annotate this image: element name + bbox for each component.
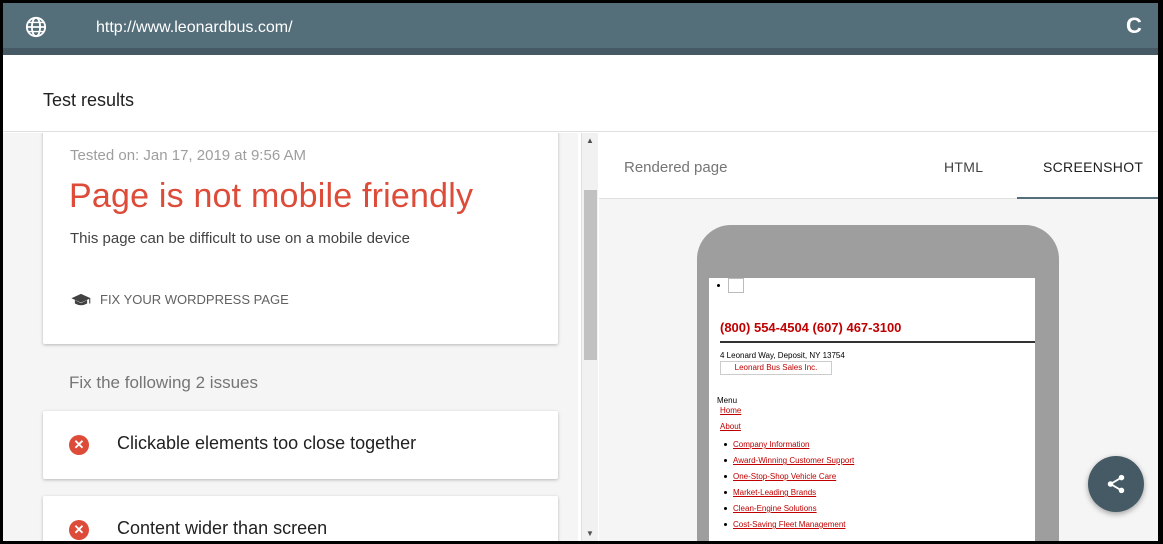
site-sub-link: Clean-Engine Solutions: [724, 504, 817, 513]
preview-tabs: Rendered page HTML SCREENSHOT: [599, 133, 1158, 199]
tab-screenshot-label: SCREENSHOT: [1043, 159, 1144, 175]
url-bar: http://www.leonardbus.com/ C: [3, 3, 1158, 55]
verdict-heading: Page is not mobile friendly: [69, 177, 474, 215]
site-address: 4 Leonard Way, Deposit, NY 13754: [720, 351, 845, 360]
verdict-subtitle: This page can be difficult to use on a m…: [70, 230, 410, 247]
site-sub-link: One-Stop-Shop Vehicle Care: [723, 472, 837, 481]
page-title: Test results: [43, 90, 135, 110]
globe-icon: [25, 16, 47, 38]
graduation-cap-icon: [71, 293, 91, 305]
url-text[interactable]: http://www.leonardbus.com/: [96, 19, 293, 37]
site-sub-link: Company Information: [723, 440, 810, 449]
issue-label: Clickable elements too close together: [117, 433, 417, 453]
app-frame: http://www.leonardbus.com/ C Test result…: [0, 0, 1163, 544]
scroll-down-arrow-icon[interactable]: ▼: [586, 529, 594, 538]
site-sub-link: Cost-Saving Fleet Management: [724, 520, 846, 529]
site-company-button: Leonard Bus Sales Inc.: [720, 361, 832, 375]
preview-panel: Rendered page HTML SCREENSHOT (800) 554-…: [599, 133, 1158, 541]
site-link-about: About: [720, 422, 741, 431]
page-header: Test results: [3, 62, 1158, 132]
tab-screenshot[interactable]: SCREENSHOT: [1017, 133, 1158, 199]
phone-mockup: (800) 554-4504 (607) 467-3100 4 Leonard …: [697, 225, 1059, 541]
issues-heading: Fix the following 2 issues: [69, 373, 258, 392]
result-card: Tested on: Jan 17, 2019 at 9:56 AM Page …: [43, 133, 558, 344]
issue-item[interactable]: ✕ Clickable elements too close together: [43, 411, 558, 479]
tab-html[interactable]: HTML: [944, 159, 983, 175]
fix-wordpress-label: FIX YOUR WORDPRESS PAGE: [100, 292, 289, 307]
site-menu-label: Menu: [717, 396, 738, 405]
scrollbar-thumb[interactable]: [584, 190, 597, 360]
tested-on-text: Tested on: Jan 17, 2019 at 9:56 AM: [70, 147, 307, 164]
error-icon: ✕: [69, 435, 89, 455]
issue-item[interactable]: ✕ Content wider than screen: [43, 496, 558, 541]
scrollbar[interactable]: ▲ ▼: [581, 133, 598, 541]
site-sub-link: Award-Winning Customer Support: [723, 456, 855, 465]
bullet-dot: [717, 284, 720, 287]
site-sub-link: Market-Leading Brands: [723, 488, 817, 497]
site-phone-numbers: (800) 554-4504 (607) 467-3100: [720, 320, 902, 335]
rendered-screenshot: (800) 554-4504 (607) 467-3100 4 Leonard …: [709, 278, 1035, 541]
error-icon: ✕: [69, 520, 89, 540]
fix-wordpress-link[interactable]: FIX YOUR WORDPRESS PAGE: [70, 292, 289, 307]
rendered-page-label: Rendered page: [624, 159, 728, 176]
results-panel: Tested on: Jan 17, 2019 at 9:56 AM Page …: [3, 133, 578, 541]
share-icon: [1107, 474, 1125, 494]
broken-image-box: [728, 278, 744, 293]
share-button[interactable]: [1088, 456, 1144, 512]
reload-icon[interactable]: C: [1126, 15, 1142, 37]
site-divider: [720, 341, 1035, 343]
site-link-home: Home: [720, 406, 742, 415]
scroll-up-arrow-icon[interactable]: ▲: [586, 136, 594, 145]
issue-label: Content wider than screen: [117, 518, 328, 538]
